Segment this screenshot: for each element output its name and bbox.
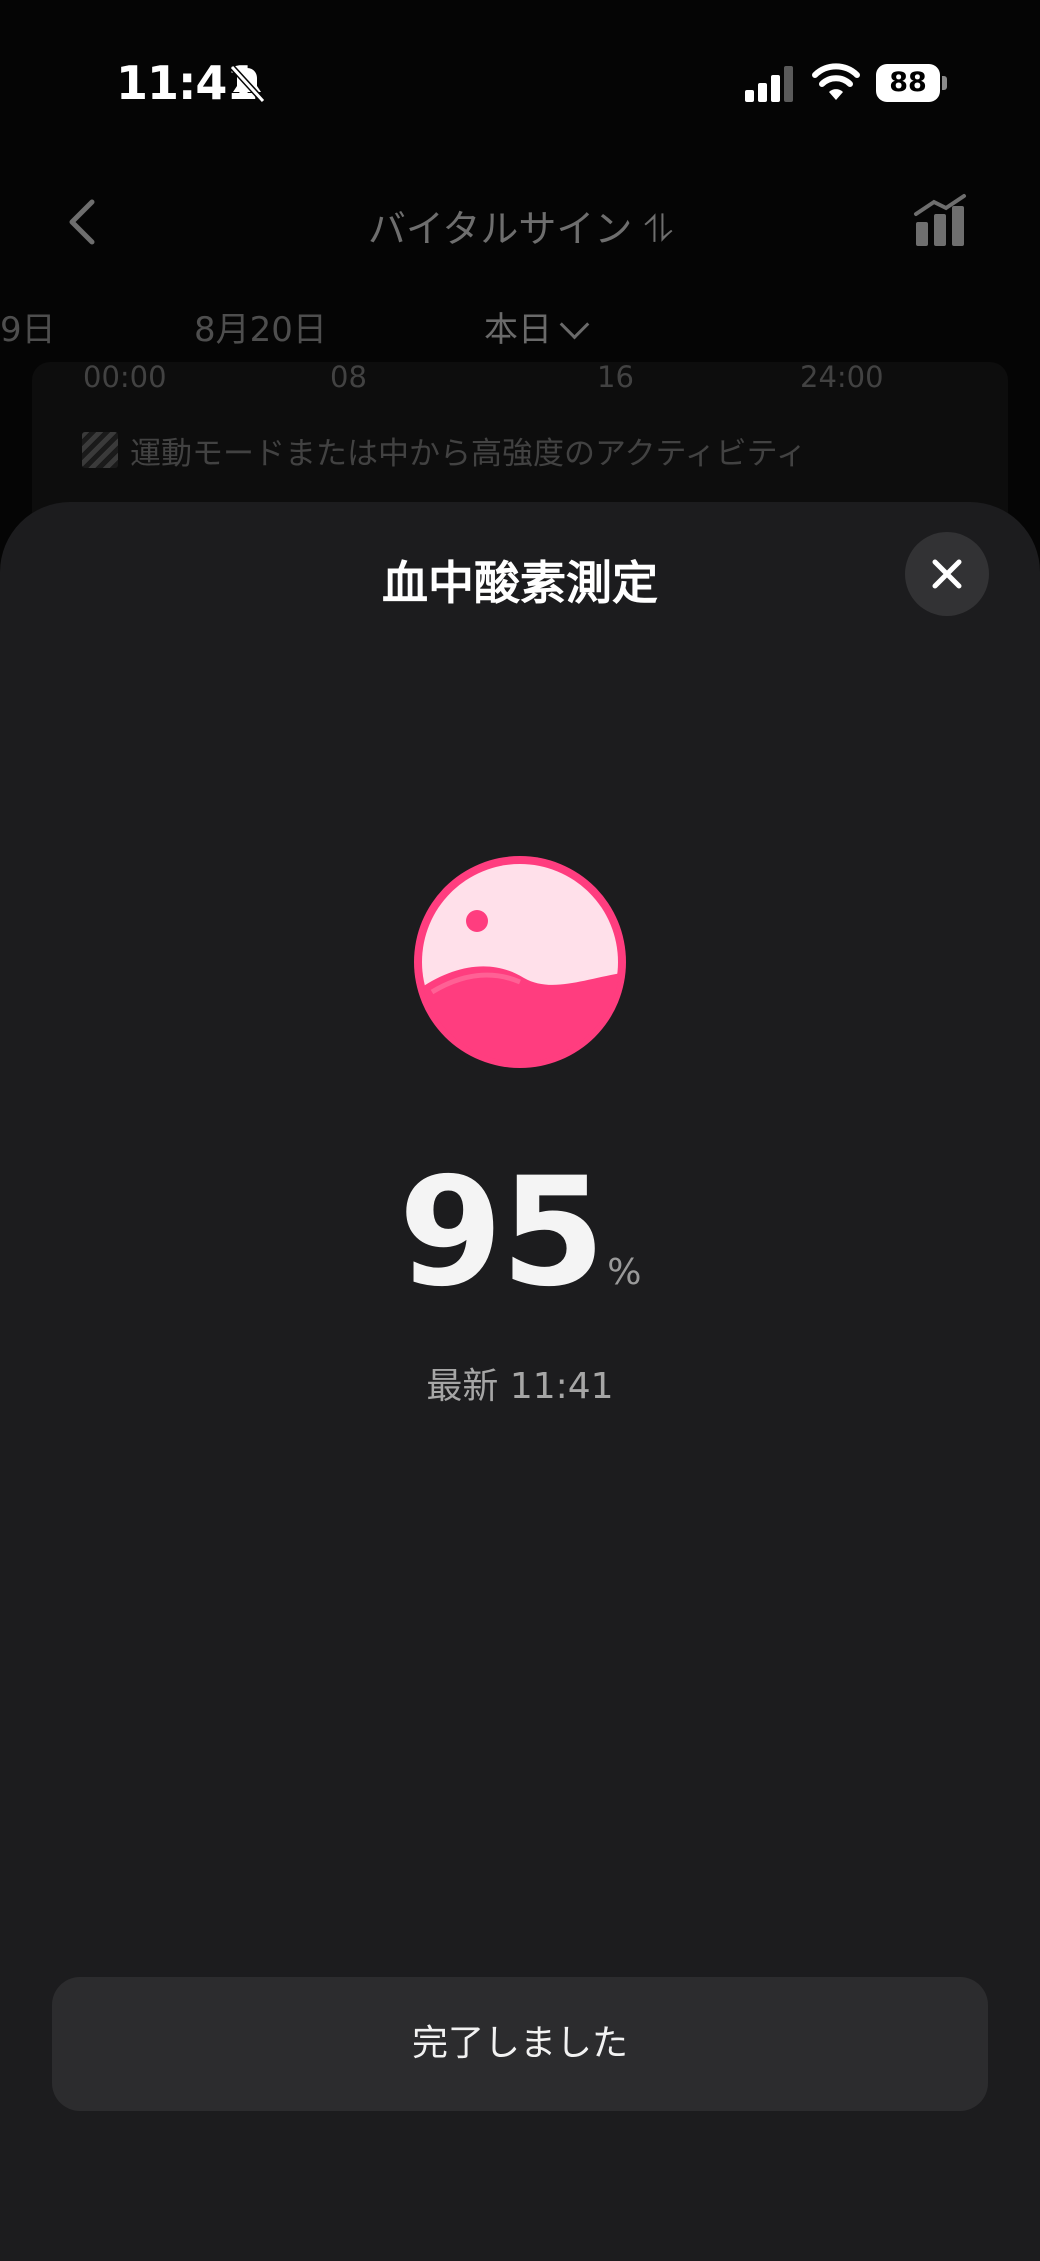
date-tab-today[interactable]: 本日 [484,302,590,351]
background-page: バイタルサイン ⥮ 9日 8月20日 本日 00:00 08 16 24:00 … [0,0,1040,562]
legend-swatch [82,432,118,468]
sheet-title: 血中酸素測定 [382,556,658,610]
date-tab-aug20[interactable]: 8月20日 [194,302,327,351]
spo2-reading: 95% [0,1158,1040,1308]
axis-tick: 08 [330,360,367,394]
close-button[interactable] [905,532,989,616]
spo2-value: 95 [398,1146,606,1320]
chevron-down-icon [559,309,590,340]
axis-tick: 24:00 [800,360,884,394]
legend-label: 運動モードまたは中から高強度のアクティビティ [130,436,807,472]
axis-tick: 00:00 [83,360,167,394]
done-button[interactable]: 完了しました [52,1977,988,2111]
chart-trend-icon[interactable] [912,192,968,248]
latest-timestamp: 最新 11:41 [426,1366,614,1407]
date-tab-previous[interactable]: 9日 [0,302,56,351]
spo2-unit: % [607,1252,642,1293]
date-tab-today-label: 本日 [484,310,552,350]
blood-oxygen-orb-icon [414,856,626,1068]
close-icon [932,559,962,589]
axis-tick: 16 [597,360,634,394]
page-title: バイタルサイン ⥮ [367,207,673,251]
